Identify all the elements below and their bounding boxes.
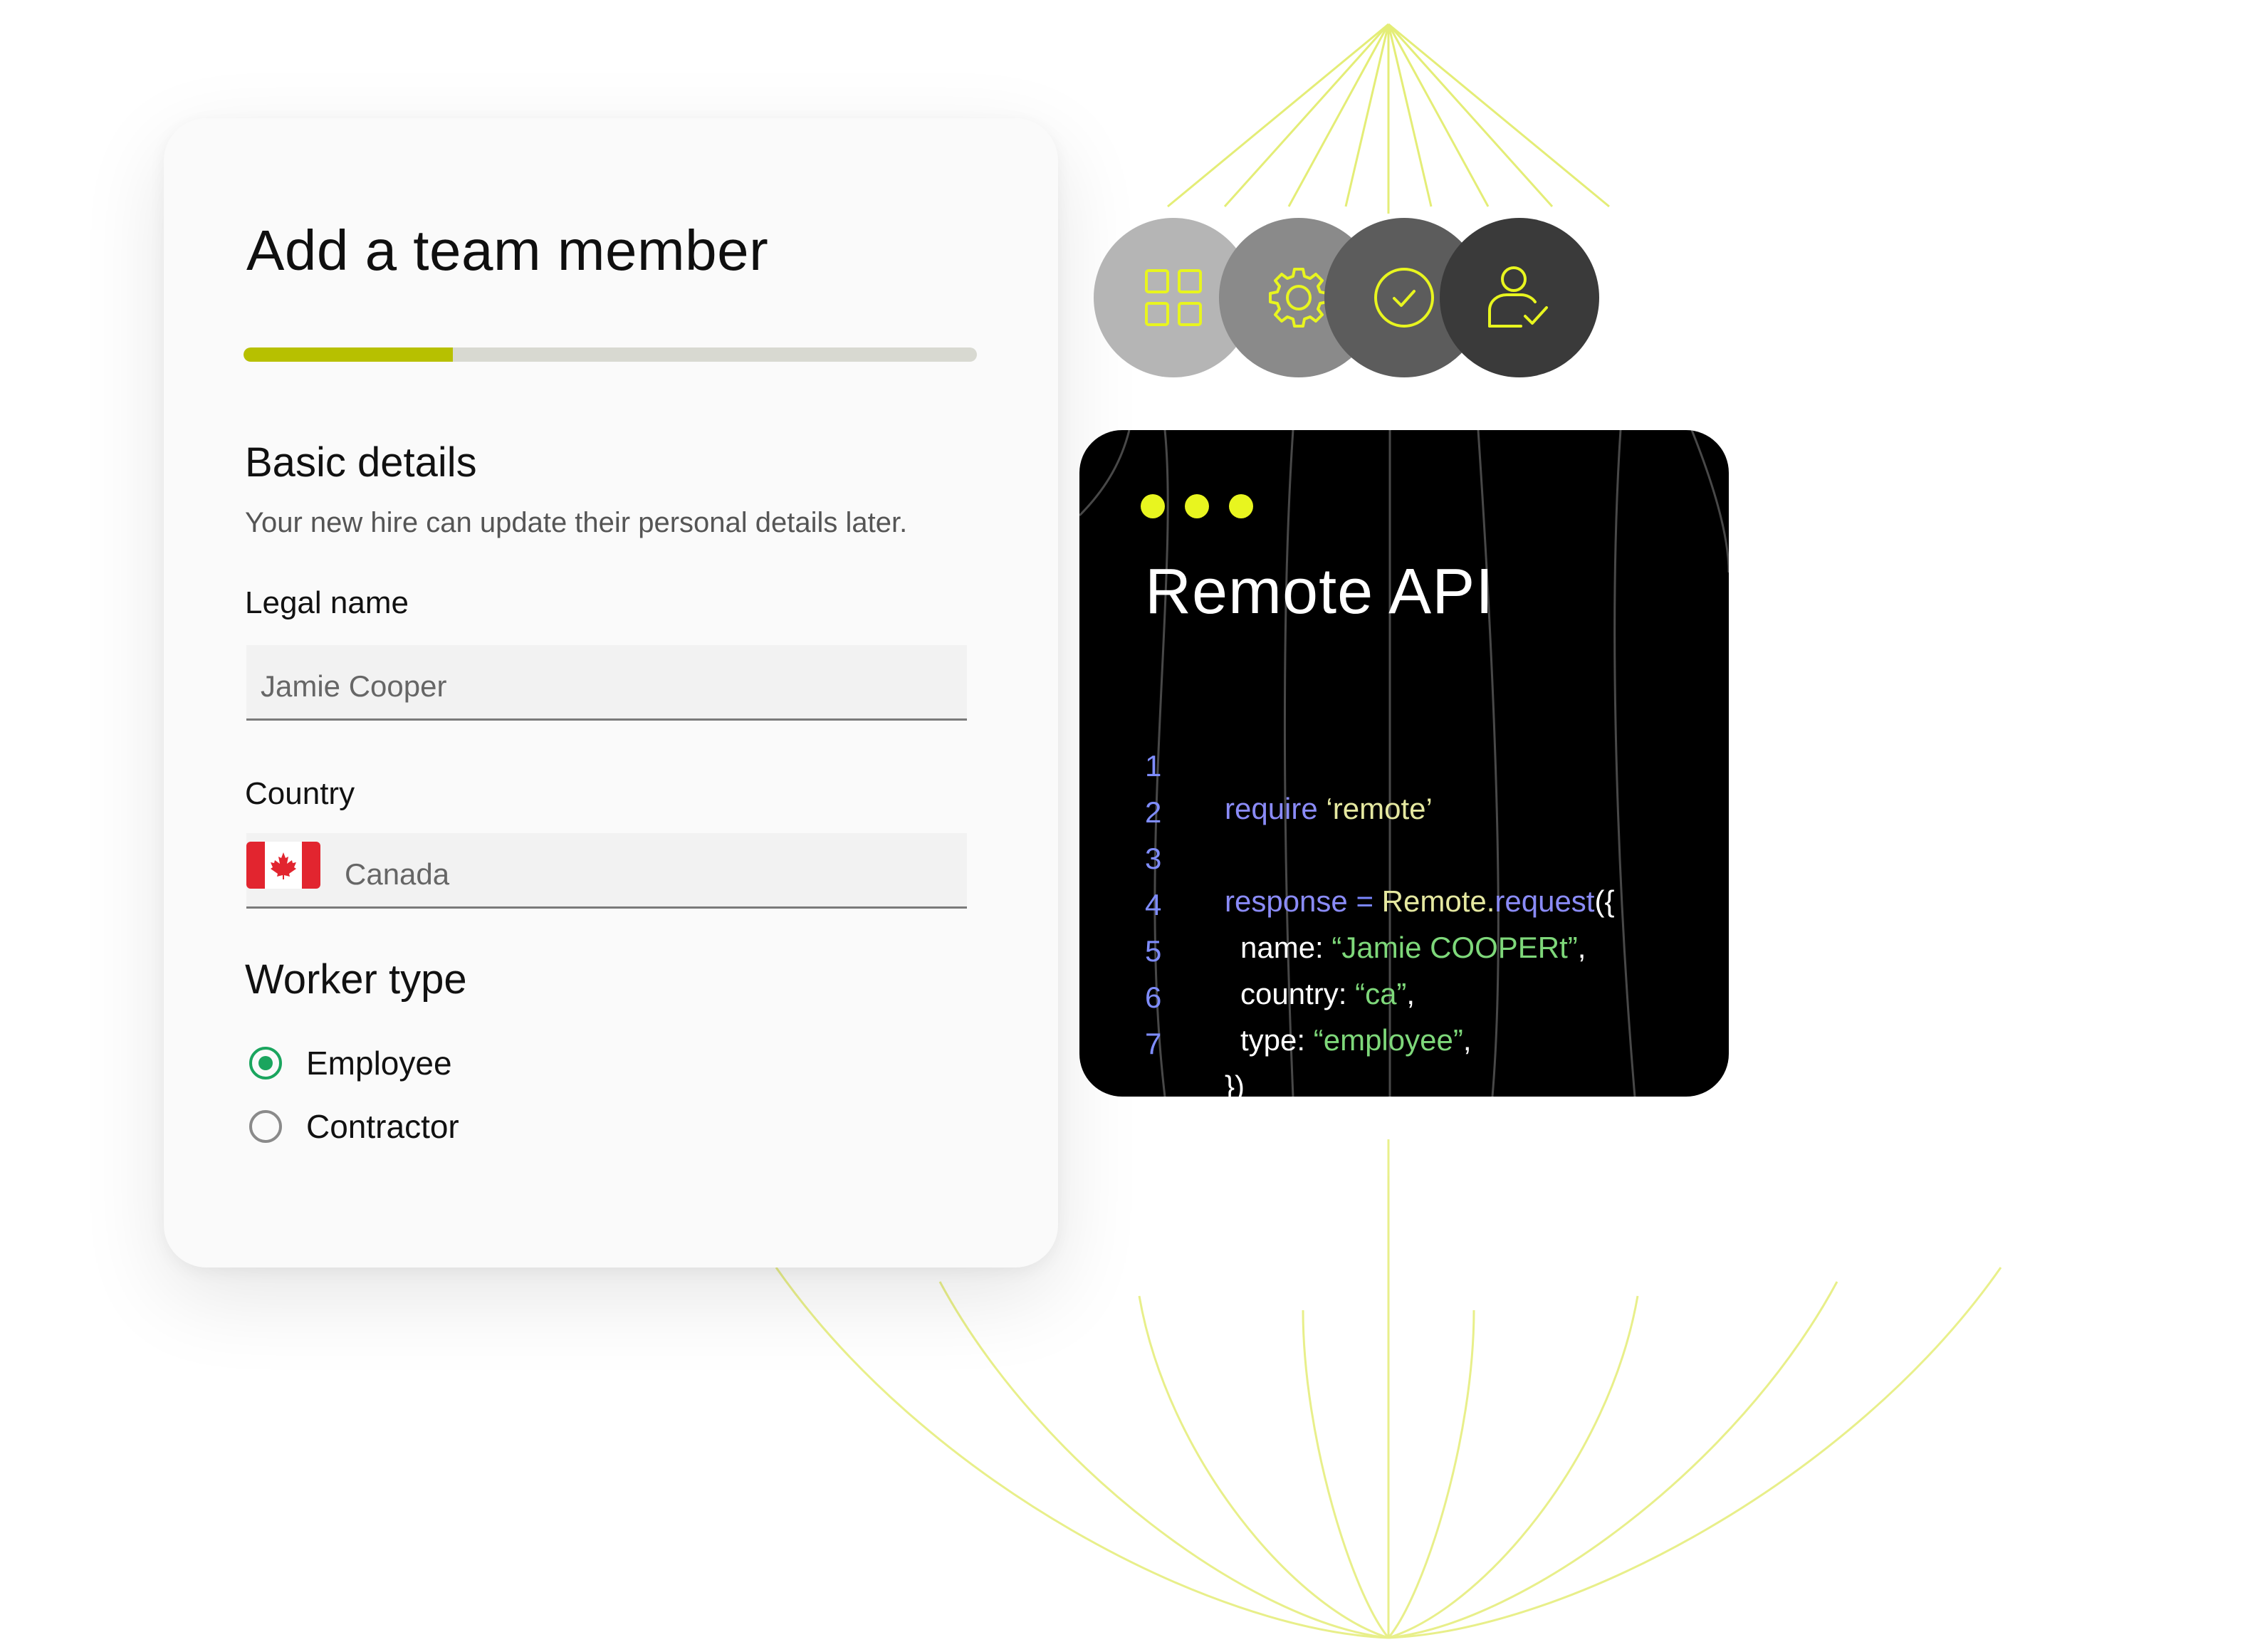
progress-bar-fill — [244, 347, 453, 362]
page-title: Add a team member — [246, 219, 769, 282]
section-heading-worker-type: Worker type — [245, 956, 467, 1003]
progress-bar — [244, 347, 977, 362]
code-line-3: 3 response = Remote.request({ — [1079, 795, 1615, 918]
code-key: name: — [1240, 931, 1332, 964]
code-object: Remote. — [1381, 884, 1495, 918]
line-number: 1 — [1145, 749, 1162, 783]
code-line-1: 1 require ‘remote’ — [1079, 702, 1433, 825]
legal-name-input[interactable]: Jamie Cooper — [246, 645, 967, 721]
country-select[interactable]: Canada — [246, 833, 967, 909]
line-number: 6 — [1145, 981, 1162, 1014]
code-string: ‘remote’ — [1326, 792, 1433, 825]
step-circle-user-approved — [1440, 218, 1599, 377]
code-punct: , — [1462, 1023, 1472, 1057]
code-line-6: 6 type: “employee”, — [1079, 934, 1472, 1057]
code-string: “ca” — [1355, 977, 1407, 1010]
code-key: type: — [1240, 1023, 1314, 1057]
remote-api-card: Remote API 1 require ‘remote’ 2 3 respon… — [1079, 430, 1729, 1097]
code-method: request — [1495, 884, 1595, 918]
radio-option-employee[interactable]: Employee — [249, 1044, 452, 1082]
line-number: 5 — [1145, 934, 1162, 968]
window-dot-3 — [1229, 494, 1253, 518]
code-string: “Jamie COOPERt” — [1331, 931, 1578, 964]
code-line-5: 5 country: “ca”, — [1079, 887, 1415, 1010]
line-number: 3 — [1145, 842, 1162, 875]
code-line-2: 2 — [1079, 748, 1161, 829]
window-dot-1 — [1141, 494, 1165, 518]
code-punct: }) — [1225, 1070, 1245, 1097]
code-line-4: 4 name: “Jamie COOPERt”, — [1079, 841, 1586, 964]
country-value: Canada — [345, 857, 450, 891]
check-circle-icon — [1374, 268, 1434, 328]
window-dot-2 — [1185, 494, 1209, 518]
code-punct: ({ — [1594, 884, 1615, 918]
code-keyword: require — [1225, 792, 1318, 825]
api-title: Remote API — [1145, 556, 1495, 627]
add-team-member-card: Add a team member Basic details Your new… — [164, 118, 1058, 1267]
gear-icon — [1269, 268, 1329, 328]
line-number: 7 — [1145, 1027, 1162, 1060]
legal-name-value: Jamie Cooper — [261, 669, 447, 703]
code-punct: , — [1577, 931, 1586, 964]
grid-icon — [1145, 269, 1202, 326]
code-punct: , — [1406, 977, 1416, 1010]
code-line-7: 7 }) — [1079, 980, 1245, 1097]
section-subtitle: Your new hire can update their personal … — [245, 507, 908, 538]
country-label: Country — [245, 776, 355, 811]
code-operator: = — [1356, 884, 1373, 918]
radio-button-contractor[interactable] — [249, 1110, 282, 1143]
canada-flag-icon — [246, 842, 320, 889]
code-key: country: — [1240, 977, 1356, 1010]
radio-label-contractor: Contractor — [306, 1108, 459, 1145]
code-variable: response — [1225, 884, 1348, 918]
section-heading-basic-details: Basic details — [245, 439, 477, 486]
line-number: 2 — [1145, 795, 1162, 829]
code-string: “employee” — [1313, 1023, 1463, 1057]
legal-name-label: Legal name — [245, 585, 409, 620]
user-check-icon — [1488, 266, 1548, 328]
radio-option-contractor[interactable]: Contractor — [249, 1107, 459, 1146]
radio-label-employee: Employee — [306, 1045, 452, 1082]
radio-button-employee[interactable] — [249, 1047, 282, 1079]
line-number: 4 — [1145, 888, 1162, 921]
